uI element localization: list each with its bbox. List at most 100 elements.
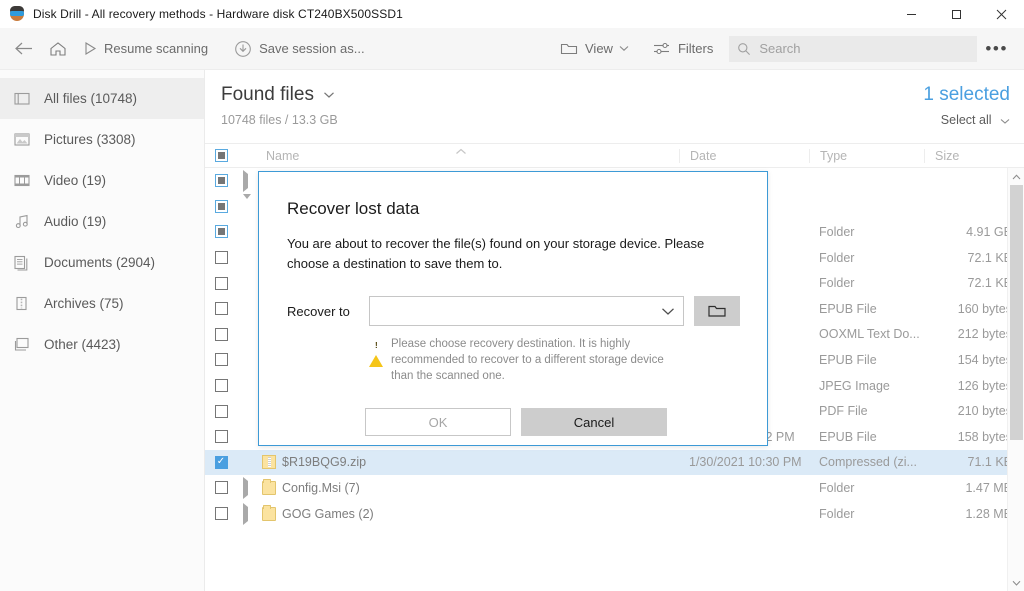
zip-file-icon [262, 455, 276, 470]
minimize-button[interactable] [889, 0, 934, 28]
sidebar-item-all-files[interactable]: All files (10748) [0, 78, 204, 119]
dialog-body-text: You are about to recover the file(s) fou… [287, 236, 705, 271]
table-row[interactable]: ✓ $R19BQG9.zip 1/30/2021 10:30 PM Compresse… [205, 449, 1024, 476]
selection-info: 1 selected Select all [923, 84, 1010, 127]
sidebar-item-other[interactable]: Other (4423) [0, 324, 204, 365]
chevron-down-icon [619, 45, 629, 52]
video-icon [14, 173, 36, 188]
row-checkbox[interactable] [205, 481, 237, 495]
chevron-down-icon [323, 91, 335, 99]
scrollbar-thumb[interactable] [1010, 185, 1023, 440]
sort-ascending-icon [455, 148, 467, 155]
checkbox-indeterminate-icon [214, 225, 228, 239]
checkbox-unchecked-icon [214, 302, 228, 316]
column-header-date[interactable]: Date [679, 148, 809, 163]
view-label: View [585, 41, 613, 56]
browse-folder-button[interactable] [694, 296, 740, 326]
row-twisty[interactable] [237, 476, 262, 499]
sidebar-item-audio[interactable]: Audio (19) [0, 201, 204, 242]
select-all-checkbox[interactable] [205, 149, 237, 162]
checkbox-unchecked-icon [214, 276, 228, 290]
row-type: Folder [819, 506, 855, 521]
expand-triangle-icon [243, 502, 248, 525]
row-name-cell: Config.Msi (7) [262, 478, 679, 495]
filters-label: Filters [677, 41, 714, 56]
back-button[interactable] [0, 28, 41, 70]
row-checkbox[interactable] [205, 199, 237, 213]
table-row[interactable]: GOG Games (2) Folder 1.28 MB [205, 501, 1024, 527]
checkbox-unchecked-icon [214, 404, 228, 418]
row-checkbox[interactable]: ✓ [205, 455, 237, 469]
row-checkbox[interactable] [205, 251, 237, 265]
sidebar-item-label: Audio (19) [44, 214, 107, 229]
home-button[interactable] [41, 28, 75, 70]
row-name-cell: GOG Games (2) [262, 504, 679, 521]
vertical-scrollbar[interactable] [1007, 168, 1024, 591]
folder-icon [560, 41, 578, 56]
toolbar: Resume scanning Save session as... View … [0, 28, 1024, 70]
row-checkbox[interactable] [205, 276, 237, 290]
column-header-type[interactable]: Type [809, 148, 924, 163]
recover-to-label: Recover to [287, 303, 350, 319]
save-session-button[interactable]: Save session as... [226, 28, 373, 70]
resume-scanning-button[interactable]: Resume scanning [75, 28, 216, 70]
page-title[interactable]: Found files [221, 84, 335, 106]
back-arrow-icon [14, 41, 33, 56]
row-checkbox[interactable] [205, 225, 237, 239]
row-twisty[interactable] [237, 455, 262, 469]
checkbox-checked-icon: ✓ [214, 455, 228, 469]
sidebar-item-documents[interactable]: Documents (2904) [0, 242, 204, 283]
home-icon [49, 41, 67, 57]
row-checkbox[interactable] [205, 174, 237, 188]
table-row[interactable]: Config.Msi (7) Folder 1.47 MB [205, 475, 1024, 501]
row-checkbox[interactable] [205, 507, 237, 521]
page-title-label: Found files [221, 84, 314, 105]
sidebar-item-archives[interactable]: Archives (75) [0, 283, 204, 324]
checkbox-unchecked-icon [214, 251, 228, 265]
row-checkbox[interactable] [205, 302, 237, 316]
warning-message: ! Please choose recovery destination. It… [369, 336, 679, 384]
found-files-summary: 10748 files / 13.3 GB [221, 113, 338, 127]
ok-button[interactable]: OK [365, 408, 511, 436]
row-file-name: GOG Games (2) [282, 506, 374, 521]
column-header-name[interactable]: Name [262, 149, 679, 163]
pictures-icon [14, 132, 36, 147]
warning-triangle-icon: ! [369, 338, 383, 367]
row-twisty[interactable] [237, 502, 262, 525]
scroll-up-button[interactable] [1008, 168, 1024, 185]
destination-select[interactable] [369, 296, 684, 326]
more-options-button[interactable]: ••• [977, 28, 1016, 70]
scroll-down-button[interactable] [1008, 574, 1024, 591]
checkbox-unchecked-icon [214, 353, 228, 367]
dialog-buttons: OK Cancel [259, 408, 767, 436]
checkbox-indeterminate-icon [214, 149, 228, 162]
audio-icon [14, 214, 36, 229]
column-header-size[interactable]: Size [924, 148, 1024, 163]
sidebar-item-label: Pictures (3308) [44, 132, 136, 147]
folder-icon [262, 504, 276, 521]
row-checkbox[interactable] [205, 430, 237, 444]
all-files-icon [14, 91, 36, 106]
row-checkbox[interactable] [205, 327, 237, 341]
sidebar-item-pictures[interactable]: Pictures (3308) [0, 119, 204, 160]
cancel-button[interactable]: Cancel [521, 408, 667, 436]
search-icon [737, 42, 751, 56]
maximize-button[interactable] [934, 0, 979, 28]
row-checkbox[interactable] [205, 379, 237, 393]
sidebar-item-label: Video (19) [44, 173, 107, 188]
sidebar-item-video[interactable]: Video (19) [0, 160, 204, 201]
recover-dialog: Recover lost data You are about to recov… [258, 171, 768, 446]
row-checkbox[interactable] [205, 353, 237, 367]
sliders-icon [653, 41, 671, 56]
row-name-cell: $R19BQG9.zip [262, 455, 679, 470]
save-session-label: Save session as... [259, 41, 365, 56]
close-button[interactable] [979, 0, 1024, 28]
search-input[interactable]: Search [729, 35, 978, 62]
filters-button[interactable]: Filters [645, 28, 721, 70]
view-button[interactable]: View [552, 28, 637, 70]
checkbox-unchecked-icon [214, 507, 228, 521]
row-type: Compressed (zi... [819, 455, 917, 470]
row-checkbox[interactable] [205, 404, 237, 418]
select-all-button[interactable]: Select all [923, 113, 1010, 127]
row-type: EPUB File [819, 301, 877, 316]
